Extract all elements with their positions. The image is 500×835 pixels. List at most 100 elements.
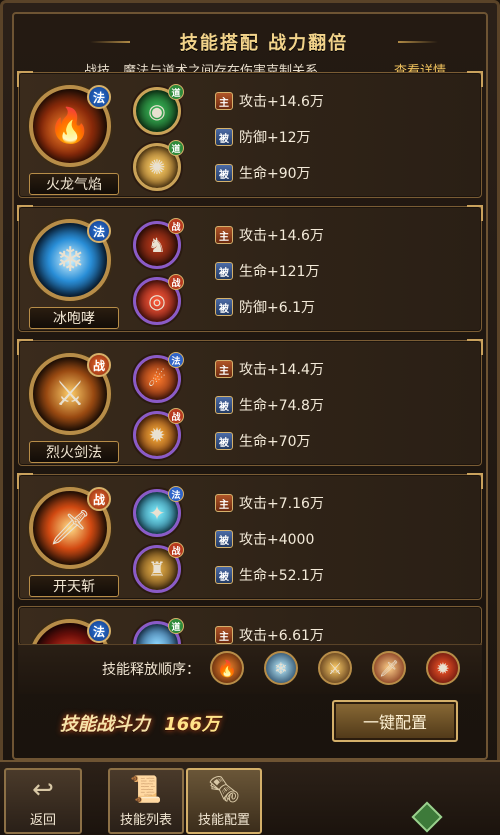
stat-text: 攻击+6.61万 bbox=[239, 628, 324, 644]
fire-dragon-icon[interactable]: 🔥 bbox=[210, 651, 244, 685]
skill-card-2[interactable]: ❄ 法 冰咆哮 ♞ 战 ◎ 战 主 攻击+14.6万 被 生命+121万 被 防… bbox=[17, 205, 483, 332]
tab-skill-config[interactable]: 🗞 技能配置 bbox=[186, 768, 262, 834]
main-stat-tag: 主 bbox=[215, 92, 233, 110]
stat-text: 攻击+14.6万 bbox=[239, 228, 324, 244]
stat-text: 防御+12万 bbox=[239, 130, 311, 146]
skill-name: 火龙气焰 bbox=[29, 173, 119, 195]
back-button[interactable]: ↩ 返回 bbox=[4, 768, 82, 834]
skill-power-value: 166万 bbox=[164, 714, 220, 735]
sky-slash-icon[interactable]: 🗡 bbox=[372, 651, 406, 685]
stat-text: 生命+121万 bbox=[239, 264, 320, 280]
stat-row: 被 生命+90万 bbox=[215, 155, 465, 191]
back-label: 返回 bbox=[29, 813, 56, 828]
release-order-bar: 技能释放顺序： 🔥 ❄ ⚔ 🗡 ✹ bbox=[18, 644, 482, 694]
passive-stat-tag: 被 bbox=[215, 566, 233, 584]
red-orb-icon[interactable]: ✹ bbox=[426, 651, 460, 685]
skill-stats: 主 攻击+7.16万 被 攻击+4000 被 生命+52.1万 bbox=[215, 485, 465, 593]
skill-stats: 主 攻击+14.6万 被 生命+121万 被 防御+6.1万 bbox=[215, 217, 465, 325]
stat-row: 被 生命+52.1万 bbox=[215, 557, 465, 593]
stat-text: 攻击+4000 bbox=[239, 532, 315, 548]
warrior-figure-icon[interactable]: ♞ 战 bbox=[133, 218, 184, 269]
war-type-badge: 战 bbox=[168, 408, 184, 424]
passive-stat-tag: 被 bbox=[215, 432, 233, 450]
tab-skill-list-label: 技能列表 bbox=[119, 813, 172, 828]
skill-card-5[interactable]: 法 道 主 攻击+6.61万 bbox=[18, 606, 482, 646]
tab-skill-config-label: 技能配置 bbox=[197, 813, 250, 828]
stat-row: 被 防御+6.1万 bbox=[215, 289, 465, 325]
tao-type-badge: 道 bbox=[168, 140, 184, 156]
stat-row: 主 攻击+7.16万 bbox=[215, 485, 465, 521]
tao-type-badge: 道 bbox=[168, 84, 184, 100]
stat-row: 主 攻击+6.61万 bbox=[215, 617, 465, 645]
skill-stats: 主 攻击+6.61万 bbox=[215, 617, 465, 645]
green-vortex-icon[interactable]: ◉ 道 bbox=[133, 84, 184, 135]
magic-type-badge: 法 bbox=[87, 85, 111, 109]
stat-text: 生命+90万 bbox=[239, 166, 311, 182]
ice-burst-icon[interactable]: ❄ 法 bbox=[29, 219, 111, 301]
war-type-badge: 战 bbox=[87, 487, 111, 511]
stat-row: 被 生命+121万 bbox=[215, 253, 465, 289]
skill-name: 冰咆哮 bbox=[29, 307, 119, 329]
magic-type-badge: 法 bbox=[87, 219, 111, 243]
stat-text: 生命+74.8万 bbox=[239, 398, 324, 414]
skill-stats: 主 攻击+14.4万 被 生命+74.8万 被 生命+70万 bbox=[215, 351, 465, 459]
golden-cauldron-icon[interactable]: ♜ 战 bbox=[133, 542, 184, 593]
war-type-badge: 战 bbox=[168, 218, 184, 234]
red-spiral-icon[interactable]: ◎ 战 bbox=[133, 274, 184, 325]
skill-card-3[interactable]: ⚔ 战 烈火剑法 ☄ 法 ✹ 战 主 攻击+14.4万 被 生命+74.8万 被… bbox=[17, 339, 483, 466]
tab-skill-list[interactable]: 📜 技能列表 bbox=[108, 768, 184, 834]
magic-type-badge: 法 bbox=[168, 352, 184, 368]
ice-burst-icon[interactable]: ❄ bbox=[264, 651, 298, 685]
passive-stat-tag: 被 bbox=[215, 298, 233, 316]
stat-text: 生命+52.1万 bbox=[239, 568, 324, 584]
stat-text: 防御+6.1万 bbox=[239, 300, 315, 316]
passive-stat-tag: 被 bbox=[215, 128, 233, 146]
main-stat-tag: 主 bbox=[215, 494, 233, 512]
stat-row: 被 生命+70万 bbox=[215, 423, 465, 459]
blue-orb-icon[interactable]: 道 bbox=[133, 618, 184, 645]
flame-swords-icon[interactable]: ⚔ bbox=[318, 651, 352, 685]
skill-card-4[interactable]: 🗡 战 开天斩 ✦ 法 ♜ 战 主 攻击+7.16万 被 攻击+4000 被 生… bbox=[17, 473, 483, 600]
war-type-badge: 战 bbox=[87, 353, 111, 377]
one-click-config-button[interactable]: 一键配置 bbox=[332, 700, 458, 742]
page-title: 技能搭配 战力翻倍 bbox=[90, 28, 394, 56]
stat-row: 被 生命+74.8万 bbox=[215, 387, 465, 423]
release-order-label: 技能释放顺序： bbox=[102, 662, 200, 678]
tao-type-badge: 道 bbox=[168, 618, 184, 634]
skill-power: 技能战斗力 166万 bbox=[60, 710, 220, 736]
flame-strike-icon[interactable]: ☄ 法 bbox=[133, 352, 184, 403]
stat-row: 主 攻击+14.6万 bbox=[215, 83, 465, 119]
fire-dragon-icon[interactable]: 🔥 法 bbox=[29, 85, 111, 167]
stat-text: 攻击+14.4万 bbox=[239, 362, 324, 378]
stat-text: 攻击+14.6万 bbox=[239, 94, 324, 110]
passive-stat-tag: 被 bbox=[215, 262, 233, 280]
skill-name: 烈火剑法 bbox=[29, 441, 119, 463]
back-arrow-icon: ↩ bbox=[32, 775, 54, 805]
passive-stat-tag: 被 bbox=[215, 164, 233, 182]
config-scroll-icon: 🗞 bbox=[207, 775, 241, 805]
red-orb-icon[interactable]: 法 bbox=[29, 619, 111, 645]
skill-card-1[interactable]: 🔥 法 火龙气焰 ◉ 道 ✺ 道 主 攻击+14.6万 被 防御+12万 被 生… bbox=[17, 71, 483, 198]
passive-stat-tag: 被 bbox=[215, 530, 233, 548]
skill-name: 开天斩 bbox=[29, 575, 119, 597]
stat-row: 主 攻击+14.6万 bbox=[215, 217, 465, 253]
main-stat-tag: 主 bbox=[215, 626, 233, 644]
stat-row: 被 防御+12万 bbox=[215, 119, 465, 155]
stat-text: 攻击+7.16万 bbox=[239, 496, 324, 512]
passive-stat-tag: 被 bbox=[215, 396, 233, 414]
stat-text: 生命+70万 bbox=[239, 434, 311, 450]
main-stat-tag: 主 bbox=[215, 360, 233, 378]
magic-type-badge: 法 bbox=[87, 619, 111, 643]
fire-star-icon[interactable]: ✹ 战 bbox=[133, 408, 184, 459]
magic-type-badge: 法 bbox=[168, 486, 184, 502]
gold-swirl-icon[interactable]: ✺ 道 bbox=[133, 140, 184, 191]
skill-stats: 主 攻击+14.6万 被 防御+12万 被 生命+90万 bbox=[215, 83, 465, 191]
main-stat-tag: 主 bbox=[215, 226, 233, 244]
stat-row: 主 攻击+14.4万 bbox=[215, 351, 465, 387]
flame-swords-icon[interactable]: ⚔ 战 bbox=[29, 353, 111, 435]
skill-power-label: 技能战斗力 bbox=[60, 714, 150, 735]
scroll-icon: 📜 bbox=[129, 775, 163, 805]
cyan-splash-icon[interactable]: ✦ 法 bbox=[133, 486, 184, 537]
sky-slash-icon[interactable]: 🗡 战 bbox=[29, 487, 111, 569]
stat-row: 被 攻击+4000 bbox=[215, 521, 465, 557]
